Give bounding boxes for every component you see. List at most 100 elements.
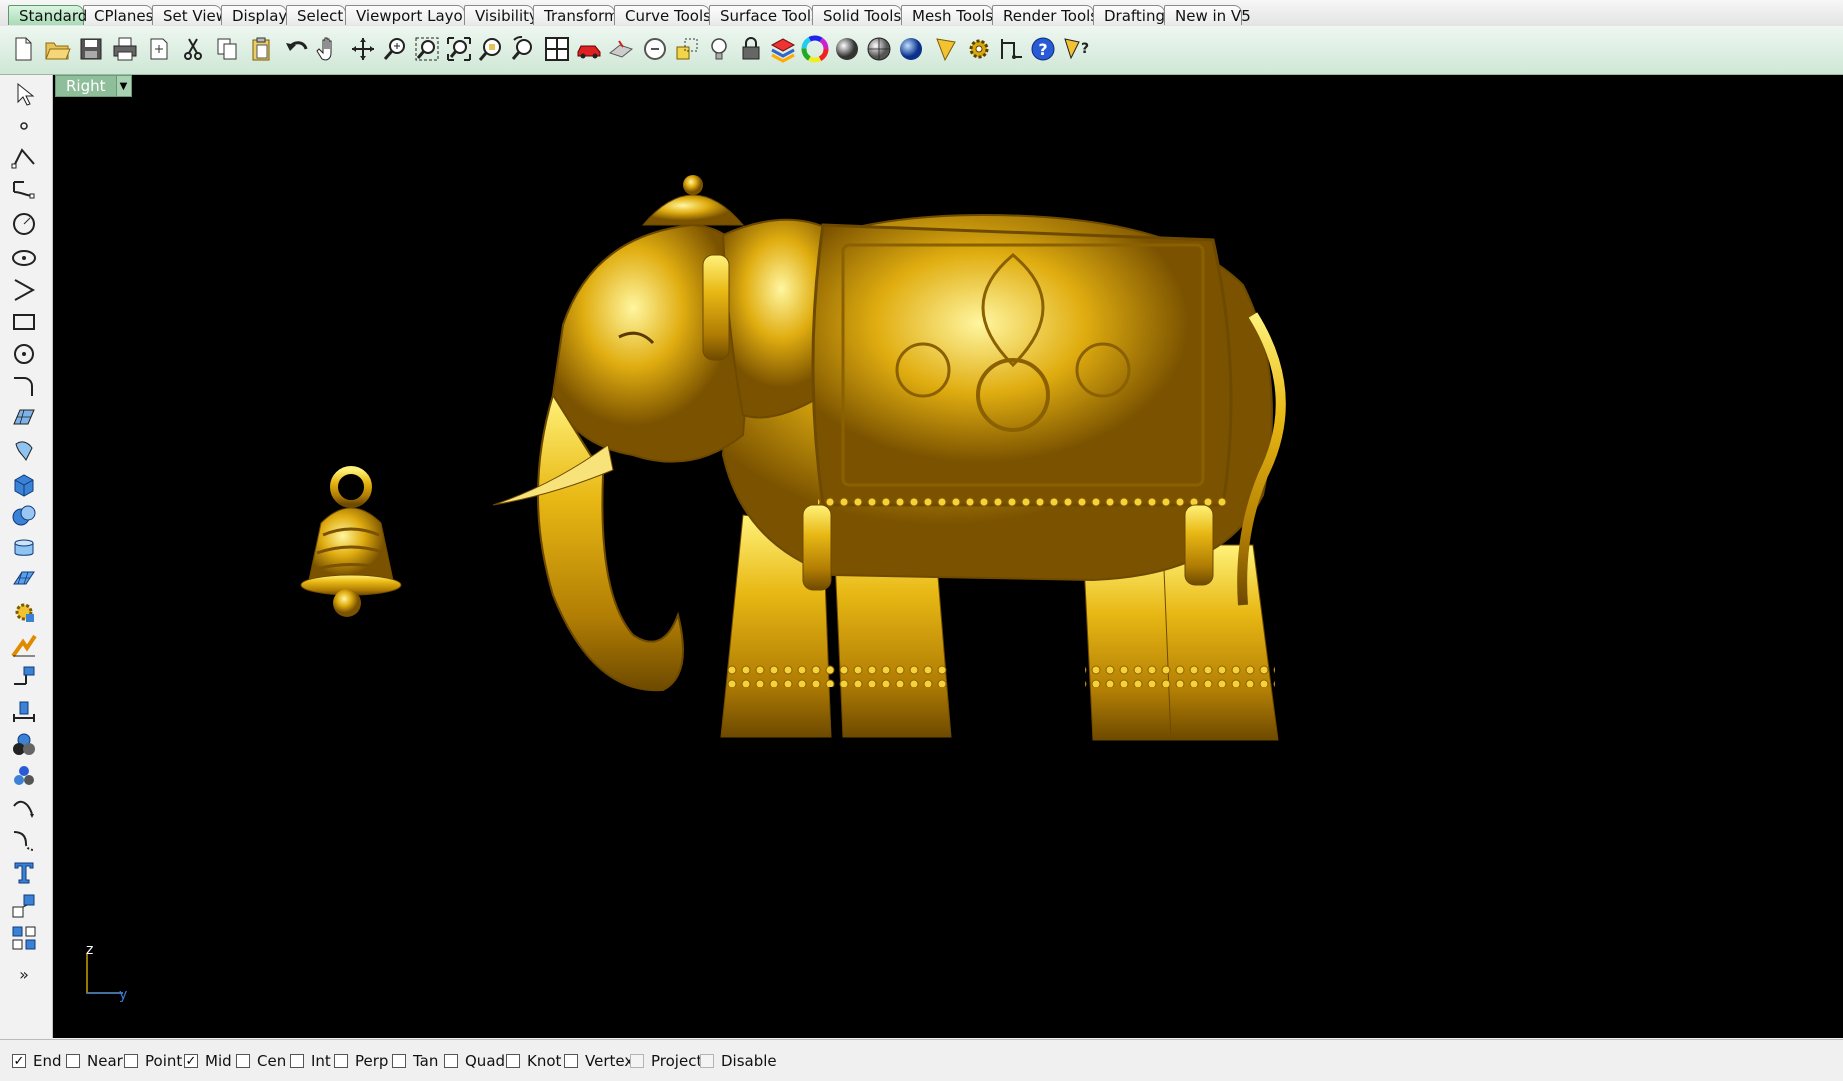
osnap-int-checkbox[interactable] — [290, 1054, 304, 1068]
zoom-selected-icon[interactable] — [476, 34, 506, 64]
osnap-vertex[interactable]: Vertex — [564, 1052, 633, 1070]
tab-visibility[interactable]: Visibility — [464, 5, 538, 25]
render-icon[interactable] — [8, 729, 40, 759]
osnap-mid-checkbox[interactable]: ✓ — [184, 1054, 198, 1068]
osnap-mid[interactable]: ✓ Mid — [184, 1052, 232, 1070]
tab-render-tools[interactable]: Render Tools — [992, 5, 1098, 25]
rectangle-icon[interactable] — [8, 307, 40, 337]
curve-icon[interactable] — [8, 175, 40, 205]
tab-solid-tools[interactable]: Solid Tools — [812, 5, 902, 25]
cut-icon[interactable] — [178, 34, 208, 64]
dimension-tool-icon[interactable] — [8, 695, 40, 725]
model-view[interactable] — [53, 75, 1843, 1038]
group-icon[interactable] — [8, 761, 40, 791]
tab-set-view[interactable]: Set View — [152, 5, 228, 25]
tab-curve-tools[interactable]: Curve Tools — [614, 5, 711, 25]
tab-select[interactable]: Select — [286, 5, 346, 25]
layer-icon[interactable] — [768, 34, 798, 64]
osnap-knot-checkbox[interactable] — [506, 1054, 520, 1068]
osnap-cen-checkbox[interactable] — [236, 1054, 250, 1068]
osnap-point[interactable]: Point — [124, 1052, 182, 1070]
elephant-model[interactable] — [492, 175, 1286, 741]
osnap-project-checkbox[interactable] — [630, 1054, 644, 1068]
osnap-end-checkbox[interactable]: ✓ — [12, 1054, 26, 1068]
render-blue-sphere-icon[interactable] — [896, 34, 926, 64]
rendered-sphere-icon[interactable] — [864, 34, 894, 64]
cylinder-icon[interactable] — [8, 533, 40, 563]
osnap-perp[interactable]: Perp — [334, 1052, 388, 1070]
point-icon[interactable] — [8, 111, 40, 141]
tab-drafting[interactable]: Drafting — [1093, 5, 1165, 25]
box-solid-icon[interactable] — [8, 469, 40, 499]
paste-icon[interactable] — [246, 34, 276, 64]
blend-icon[interactable] — [8, 825, 40, 855]
object-snap-icon[interactable] — [672, 34, 702, 64]
tab-surface-tools[interactable]: Surface Tools — [709, 5, 819, 25]
osnap-cen[interactable]: Cen — [236, 1052, 286, 1070]
tab-cplanes[interactable]: CPlanes — [83, 5, 153, 25]
ellipse-icon[interactable] — [8, 243, 40, 273]
gumball-icon[interactable] — [8, 663, 40, 693]
osnap-end[interactable]: ✓ End — [12, 1052, 62, 1070]
osnap-vertex-checkbox[interactable] — [564, 1054, 578, 1068]
tab-display[interactable]: Display — [221, 5, 287, 25]
osnap-quad[interactable]: Quad — [444, 1052, 505, 1070]
tab-viewport-layout[interactable]: Viewport Layout — [345, 5, 478, 25]
tab-transform[interactable]: Transform — [533, 5, 619, 25]
pan-hand-icon[interactable] — [312, 34, 342, 64]
color-wheel-icon[interactable] — [800, 34, 830, 64]
light-bulb-icon[interactable] — [704, 34, 734, 64]
more-tools-chevron[interactable]: » — [8, 959, 40, 989]
undo-icon[interactable] — [282, 34, 312, 64]
mesh-icon[interactable] — [8, 565, 40, 595]
copy-icon[interactable] — [212, 34, 242, 64]
lock-icon[interactable] — [736, 34, 766, 64]
osnap-quad-checkbox[interactable] — [444, 1054, 458, 1068]
four-viewports-icon[interactable] — [542, 34, 572, 64]
osnap-project[interactable]: Project — [630, 1052, 702, 1070]
whats-this-icon[interactable]: ? — [1060, 34, 1090, 64]
grid-array-icon[interactable] — [8, 923, 40, 953]
zoom-extents-icon[interactable] — [444, 34, 474, 64]
open-folder-icon[interactable] — [42, 34, 72, 64]
osnap-disable[interactable]: Disable — [700, 1052, 777, 1070]
block-icon[interactable] — [8, 891, 40, 921]
car-icon[interactable] — [574, 34, 604, 64]
help-icon[interactable]: ? — [1028, 34, 1058, 64]
shaded-sphere-icon[interactable] — [832, 34, 862, 64]
dimension-icon[interactable] — [996, 34, 1026, 64]
osnap-knot[interactable]: Knot — [506, 1052, 561, 1070]
zoom-previous-icon[interactable] — [508, 34, 538, 64]
osnap-point-checkbox[interactable] — [124, 1054, 138, 1068]
osnap-tan[interactable]: Tan — [392, 1052, 438, 1070]
osnap-int[interactable]: Int — [290, 1052, 331, 1070]
tab-standard[interactable]: Standard — [8, 5, 87, 25]
import-icon[interactable] — [144, 34, 174, 64]
arc-icon[interactable] — [8, 275, 40, 305]
zoom-icon[interactable] — [380, 34, 410, 64]
curve-from-object-icon[interactable] — [8, 793, 40, 823]
polygon-icon[interactable] — [8, 339, 40, 369]
tab-new-in-v5[interactable]: New in V5 — [1164, 5, 1251, 25]
rotate-view-icon[interactable] — [348, 34, 378, 64]
fillet-curve-icon[interactable] — [8, 371, 40, 401]
osnap-perp-checkbox[interactable] — [334, 1054, 348, 1068]
bell-pendant-model[interactable] — [300, 466, 402, 617]
viewport-right[interactable]: Right ▼ z y — [53, 75, 1843, 1038]
viewport-title-tab[interactable]: Right ▼ — [55, 75, 132, 97]
circle-icon[interactable] — [8, 209, 40, 239]
surface-icon[interactable] — [8, 403, 40, 433]
cplane-icon[interactable] — [640, 34, 670, 64]
osnap-near[interactable]: Near — [66, 1052, 123, 1070]
properties-filter-icon[interactable] — [932, 34, 962, 64]
osnap-near-checkbox[interactable] — [66, 1054, 80, 1068]
print-icon[interactable] — [110, 34, 140, 64]
save-icon[interactable] — [76, 34, 106, 64]
text-icon[interactable] — [8, 857, 40, 887]
analyze-icon[interactable] — [8, 631, 40, 661]
osnap-tan-checkbox[interactable] — [392, 1054, 406, 1068]
chevron-down-icon[interactable]: ▼ — [115, 76, 131, 96]
transform-icon[interactable] — [8, 597, 40, 627]
boolean-icon[interactable] — [8, 501, 40, 531]
options-gear-icon[interactable] — [964, 34, 994, 64]
